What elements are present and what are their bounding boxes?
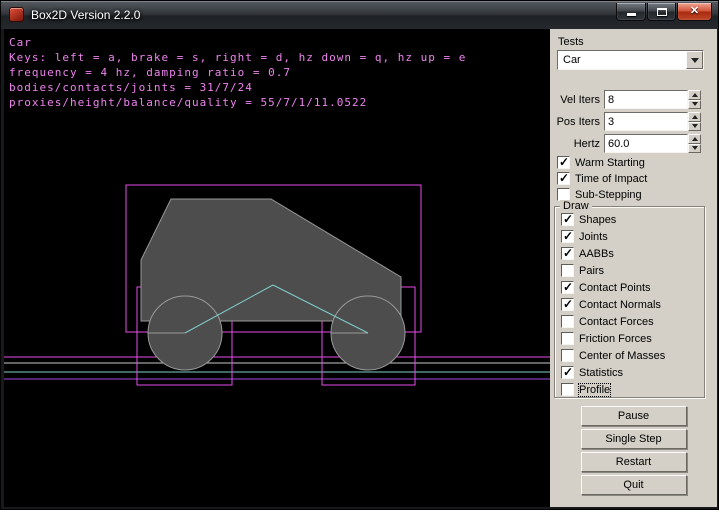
- stats-line-proxies: proxies/height/balance/quality = 55/7/1/…: [9, 96, 367, 109]
- friction-forces-checkbox[interactable]: [561, 332, 574, 345]
- profile-label: Profile: [579, 384, 610, 396]
- pos-iters-row: Pos Iters: [550, 112, 717, 131]
- minimize-button[interactable]: [616, 3, 646, 21]
- contact-normals-label: Contact Normals: [579, 299, 661, 311]
- hertz-up-button[interactable]: [688, 134, 701, 144]
- pairs-label: Pairs: [579, 265, 604, 277]
- contact-normals-row: Contact Normals: [561, 298, 704, 311]
- action-buttons: Pause Single Step Restart Quit: [550, 406, 717, 498]
- pos-iters-input[interactable]: [604, 112, 688, 131]
- hertz-down-button[interactable]: [688, 144, 701, 154]
- hertz-row: Hertz: [550, 134, 717, 153]
- sub-stepping-label: Sub-Stepping: [575, 189, 642, 201]
- app-window: Box2D Version 2.2.0 ✕: [0, 0, 719, 510]
- vel-iters-label: Vel Iters: [550, 94, 600, 106]
- window-controls: ✕: [615, 3, 712, 21]
- pairs-checkbox[interactable]: [561, 264, 574, 277]
- arrow-up-icon: [692, 115, 698, 119]
- shapes-label: Shapes: [579, 214, 616, 226]
- center-of-masses-label: Center of Masses: [579, 350, 665, 362]
- control-panel: Tests Car Vel Iters Pos Iters: [550, 29, 717, 507]
- pos-iters-label: Pos Iters: [550, 116, 600, 128]
- chevron-down-icon: [691, 58, 699, 63]
- pos-iters-spinner: [688, 112, 701, 131]
- contact-normals-checkbox[interactable]: [561, 298, 574, 311]
- friction-forces-row: Friction Forces: [561, 332, 704, 345]
- contact-forces-row: Contact Forces: [561, 315, 704, 328]
- statistics-label: Statistics: [579, 367, 623, 379]
- contact-points-row: Contact Points: [561, 281, 704, 294]
- pairs-row: Pairs: [561, 264, 704, 277]
- vel-iters-row: Vel Iters: [550, 90, 717, 109]
- vel-iters-down-button[interactable]: [688, 100, 701, 110]
- pause-button[interactable]: Pause: [581, 406, 687, 426]
- single-step-button[interactable]: Single Step: [581, 429, 687, 449]
- close-button[interactable]: ✕: [677, 3, 712, 21]
- stats-line-bodies: bodies/contacts/joints = 31/7/24: [9, 81, 253, 94]
- simulation-canvas[interactable]: Car Keys: left = a, brake = s, right = d…: [4, 29, 550, 507]
- profile-row: Profile: [561, 383, 704, 396]
- center-of-masses-checkbox[interactable]: [561, 349, 574, 362]
- friction-forces-label: Friction Forces: [579, 333, 652, 345]
- restart-button[interactable]: Restart: [581, 452, 687, 472]
- tests-label: Tests: [558, 36, 584, 48]
- app-icon: [9, 7, 24, 22]
- tests-combobox[interactable]: Car: [557, 50, 704, 70]
- pos-iters-up-button[interactable]: [688, 112, 701, 122]
- stats-line-freq: frequency = 4 hz, damping ratio = 0.7: [9, 66, 291, 79]
- joints-row: Joints: [561, 230, 704, 243]
- tests-combobox-value: Car: [563, 54, 581, 66]
- maximize-icon: [657, 8, 667, 16]
- profile-checkbox[interactable]: [561, 383, 574, 396]
- time-of-impact-checkbox[interactable]: [557, 172, 570, 185]
- contact-points-label: Contact Points: [579, 282, 651, 294]
- tests-dropdown-arrow[interactable]: [686, 51, 703, 69]
- statistics-row: Statistics: [561, 366, 704, 379]
- aabbs-row: AABBs: [561, 247, 704, 260]
- stats-line-title: Car: [9, 36, 32, 49]
- aabbs-label: AABBs: [579, 248, 614, 260]
- solver-settings: Vel Iters Pos Iters Hertz: [550, 90, 717, 156]
- draw-groupbox: Draw Shapes Joints AABBs Pairs: [554, 206, 705, 398]
- warm-starting-row: Warm Starting: [557, 156, 647, 169]
- arrow-down-icon: [692, 102, 698, 106]
- maximize-button[interactable]: [647, 3, 676, 21]
- contact-forces-label: Contact Forces: [579, 316, 654, 328]
- pos-iters-down-button[interactable]: [688, 122, 701, 132]
- hertz-input[interactable]: [604, 134, 688, 153]
- arrow-up-icon: [692, 93, 698, 97]
- time-of-impact-label: Time of Impact: [575, 173, 647, 185]
- stats-line-keys: Keys: left = a, brake = s, right = d, hz…: [9, 51, 466, 64]
- warm-starting-label: Warm Starting: [575, 157, 645, 169]
- quit-button[interactable]: Quit: [581, 475, 687, 495]
- draw-group-title: Draw: [560, 200, 592, 212]
- statistics-checkbox[interactable]: [561, 366, 574, 379]
- draw-options: Shapes Joints AABBs Pairs Contact Points: [555, 207, 704, 396]
- hertz-label: Hertz: [550, 138, 600, 150]
- shapes-checkbox[interactable]: [561, 213, 574, 226]
- arrow-down-icon: [692, 124, 698, 128]
- vel-iters-up-button[interactable]: [688, 90, 701, 100]
- close-icon: ✕: [690, 6, 699, 17]
- warm-starting-checkbox[interactable]: [557, 156, 570, 169]
- arrow-down-icon: [692, 146, 698, 150]
- solver-options: Warm Starting Time of Impact Sub-Steppin…: [557, 156, 647, 204]
- vel-iters-input[interactable]: [604, 90, 688, 109]
- physics-scene: Car Keys: left = a, brake = s, right = d…: [4, 29, 550, 507]
- contact-points-checkbox[interactable]: [561, 281, 574, 294]
- time-of-impact-row: Time of Impact: [557, 172, 647, 185]
- aabbs-checkbox[interactable]: [561, 247, 574, 260]
- arrow-up-icon: [692, 137, 698, 141]
- hertz-spinner: [688, 134, 701, 153]
- window-title: Box2D Version 2.2.0: [31, 8, 140, 22]
- shapes-row: Shapes: [561, 213, 704, 226]
- title-bar[interactable]: Box2D Version 2.2.0 ✕: [1, 1, 719, 29]
- vel-iters-spinner: [688, 90, 701, 109]
- center-of-masses-row: Center of Masses: [561, 349, 704, 362]
- minimize-icon: [627, 13, 636, 16]
- joints-checkbox[interactable]: [561, 230, 574, 243]
- contact-forces-checkbox[interactable]: [561, 315, 574, 328]
- joints-label: Joints: [579, 231, 608, 243]
